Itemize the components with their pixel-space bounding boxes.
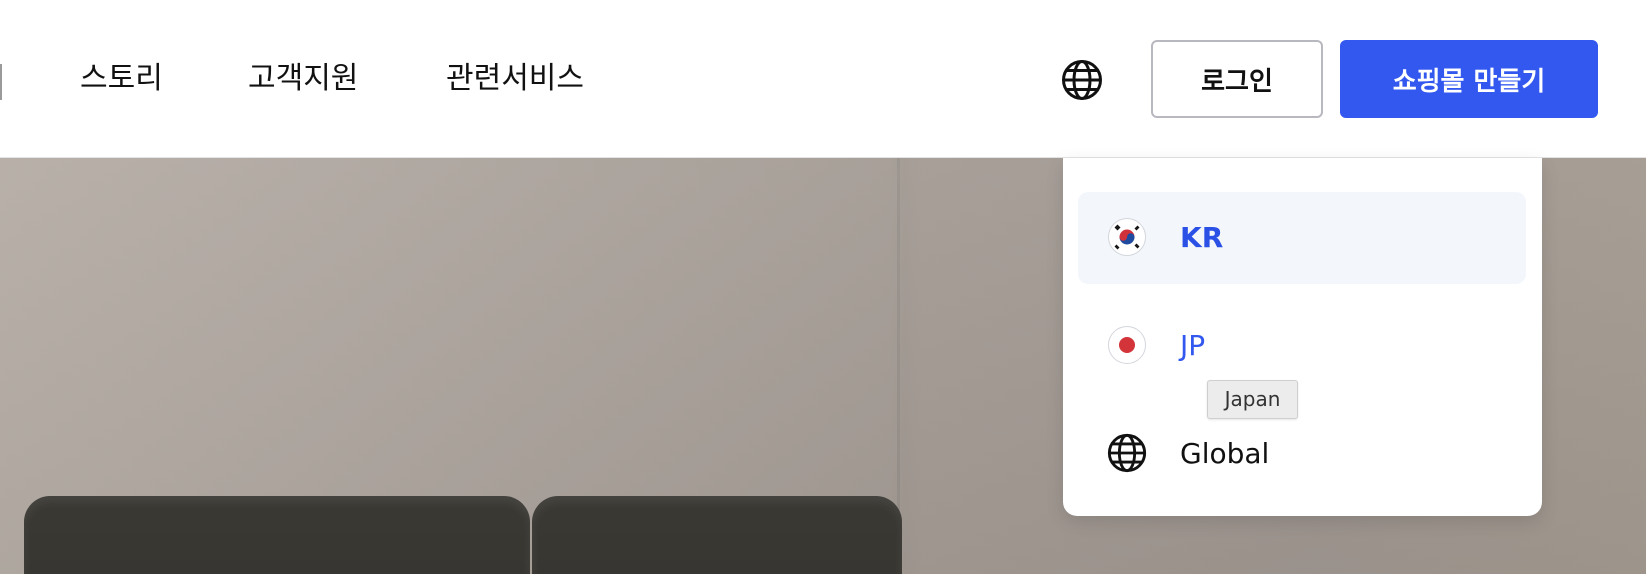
tooltip-japan: Japan [1207, 380, 1298, 419]
site-header: 스토리 고객지원 관련서비스 로그인 쇼핑몰 만들기 [0, 0, 1646, 158]
language-label-global: Global [1180, 437, 1270, 470]
nav-related-services[interactable]: 관련서비스 [446, 56, 584, 102]
language-option-kr[interactable]: KR [1078, 192, 1526, 284]
nav-divider [0, 64, 2, 100]
nav-support[interactable]: 고객지원 [248, 56, 358, 102]
nav-story[interactable]: 스토리 [80, 56, 163, 102]
language-label-jp: JP [1180, 329, 1206, 362]
language-globe-button[interactable] [1060, 58, 1104, 102]
language-option-jp[interactable]: JP [1078, 300, 1526, 392]
language-dropdown: KR JP Global [1063, 158, 1542, 516]
language-label-kr: KR [1180, 221, 1224, 254]
korea-flag-icon [1108, 218, 1146, 256]
language-option-global[interactable]: Global [1078, 408, 1526, 500]
globe-icon [1062, 60, 1102, 100]
create-shop-button[interactable]: 쇼핑몰 만들기 [1340, 40, 1598, 118]
japan-flag-icon [1108, 326, 1146, 364]
globe-icon [1107, 433, 1147, 473]
login-button[interactable]: 로그인 [1151, 40, 1323, 118]
